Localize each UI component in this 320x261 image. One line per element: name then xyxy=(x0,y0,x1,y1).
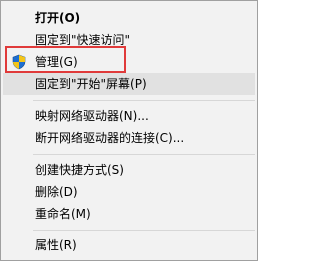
menu-separator xyxy=(33,100,255,101)
menu-item-label: 删除(D) xyxy=(35,185,78,199)
menu-item-delete[interactable]: 删除(D) xyxy=(3,181,255,203)
menu-item-label: 管理(G) xyxy=(35,55,78,69)
menu-item-pin-quick-access[interactable]: 固定到"快速访问" xyxy=(3,29,255,51)
menu-separator xyxy=(33,230,255,231)
menu-item-label: 重命名(M) xyxy=(35,207,91,221)
menu-item-map-network-drive[interactable]: 映射网络驱动器(N)... xyxy=(3,105,255,127)
menu-item-label: 打开(O) xyxy=(35,11,81,25)
menu-item-properties[interactable]: 属性(R) xyxy=(3,234,255,256)
menu-item-rename[interactable]: 重命名(M) xyxy=(3,203,255,225)
menu-item-create-shortcut[interactable]: 创建快捷方式(S) xyxy=(3,159,255,181)
menu-item-label: 创建快捷方式(S) xyxy=(35,163,124,177)
menu-item-open[interactable]: 打开(O) xyxy=(3,7,255,29)
uac-shield-icon xyxy=(11,54,27,70)
menu-item-pin-start[interactable]: 固定到"开始"屏幕(P) xyxy=(3,73,255,95)
menu-item-label: 映射网络驱动器(N)... xyxy=(35,109,149,123)
menu-item-label: 属性(R) xyxy=(35,238,77,252)
context-menu: 打开(O) 固定到"快速访问" 管理(G) 固定到"开始"屏幕(P) 映射网络驱… xyxy=(0,0,258,261)
menu-separator xyxy=(33,154,255,155)
menu-item-label: 断开网络驱动器的连接(C)... xyxy=(35,131,185,145)
menu-item-manage[interactable]: 管理(G) xyxy=(3,51,255,73)
menu-item-disconnect-network-drive[interactable]: 断开网络驱动器的连接(C)... xyxy=(3,127,255,149)
menu-item-label: 固定到"快速访问" xyxy=(35,33,131,47)
menu-item-label: 固定到"开始"屏幕(P) xyxy=(35,77,147,91)
